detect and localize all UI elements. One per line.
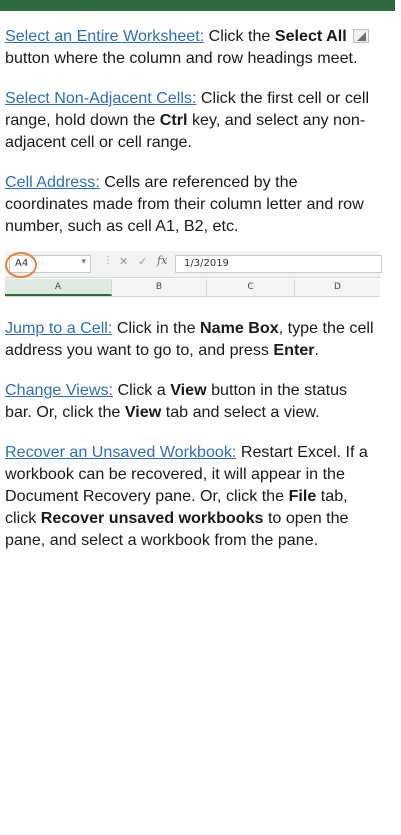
views-link[interactable]: Change Views: xyxy=(5,381,113,399)
column-heading: A xyxy=(5,279,112,296)
tip-jump-to-cell: Jump to a Cell: Click in the Name Box, t… xyxy=(5,319,374,359)
grip-icon: ⋮ xyxy=(103,255,113,266)
cell-address-link[interactable]: Cell Address: xyxy=(5,173,100,191)
tip-select-all: Select an Entire Worksheet: Click the Se… xyxy=(5,25,375,69)
tip-recover-workbook: Recover an Unsaved Workbook: Restart Exc… xyxy=(5,443,368,549)
column-heading: B xyxy=(112,279,207,296)
tip-non-adjacent: Select Non-Adjacent Cells: Click the fir… xyxy=(5,89,370,151)
formula-value: 1/3/2019 xyxy=(184,258,229,269)
tip-change-views: Change Views: Click a View button in the… xyxy=(5,381,348,421)
checkmark-icon: ✓ xyxy=(138,255,148,268)
excel-formula-bar-screenshot: A4 ▾ ⋮ ✕ ✓ fx 1/3/2019 A B C D xyxy=(5,251,382,297)
cancel-icon: ✕ xyxy=(119,255,129,268)
highlight-circle-icon xyxy=(5,252,37,278)
select-all-icon xyxy=(353,29,370,43)
function-icon: fx xyxy=(157,254,168,267)
tip-cell-address: Cell Address: Cells are referenced by th… xyxy=(5,173,364,235)
formula-bar-row: A4 ▾ ⋮ ✕ ✓ fx 1/3/2019 xyxy=(5,251,382,278)
non-adjacent-link[interactable]: Select Non-Adjacent Cells: xyxy=(5,89,196,107)
select-all-link[interactable]: Select an Entire Worksheet: xyxy=(5,27,204,45)
column-heading: C xyxy=(207,279,295,296)
dropdown-arrow-icon: ▾ xyxy=(81,257,86,267)
formula-field: 1/3/2019 xyxy=(175,255,382,273)
column-heading: D xyxy=(334,282,341,292)
recover-link[interactable]: Recover an Unsaved Workbook: xyxy=(5,443,236,461)
jump-link[interactable]: Jump to a Cell: xyxy=(5,319,112,337)
column-headings: A B C D xyxy=(5,279,380,297)
tips-panel-lower: Jump to a Cell: Click in the Name Box, t… xyxy=(0,317,375,551)
header-accent-bar xyxy=(0,0,395,11)
tips-panel: Select an Entire Worksheet: Click the Se… xyxy=(0,11,375,237)
